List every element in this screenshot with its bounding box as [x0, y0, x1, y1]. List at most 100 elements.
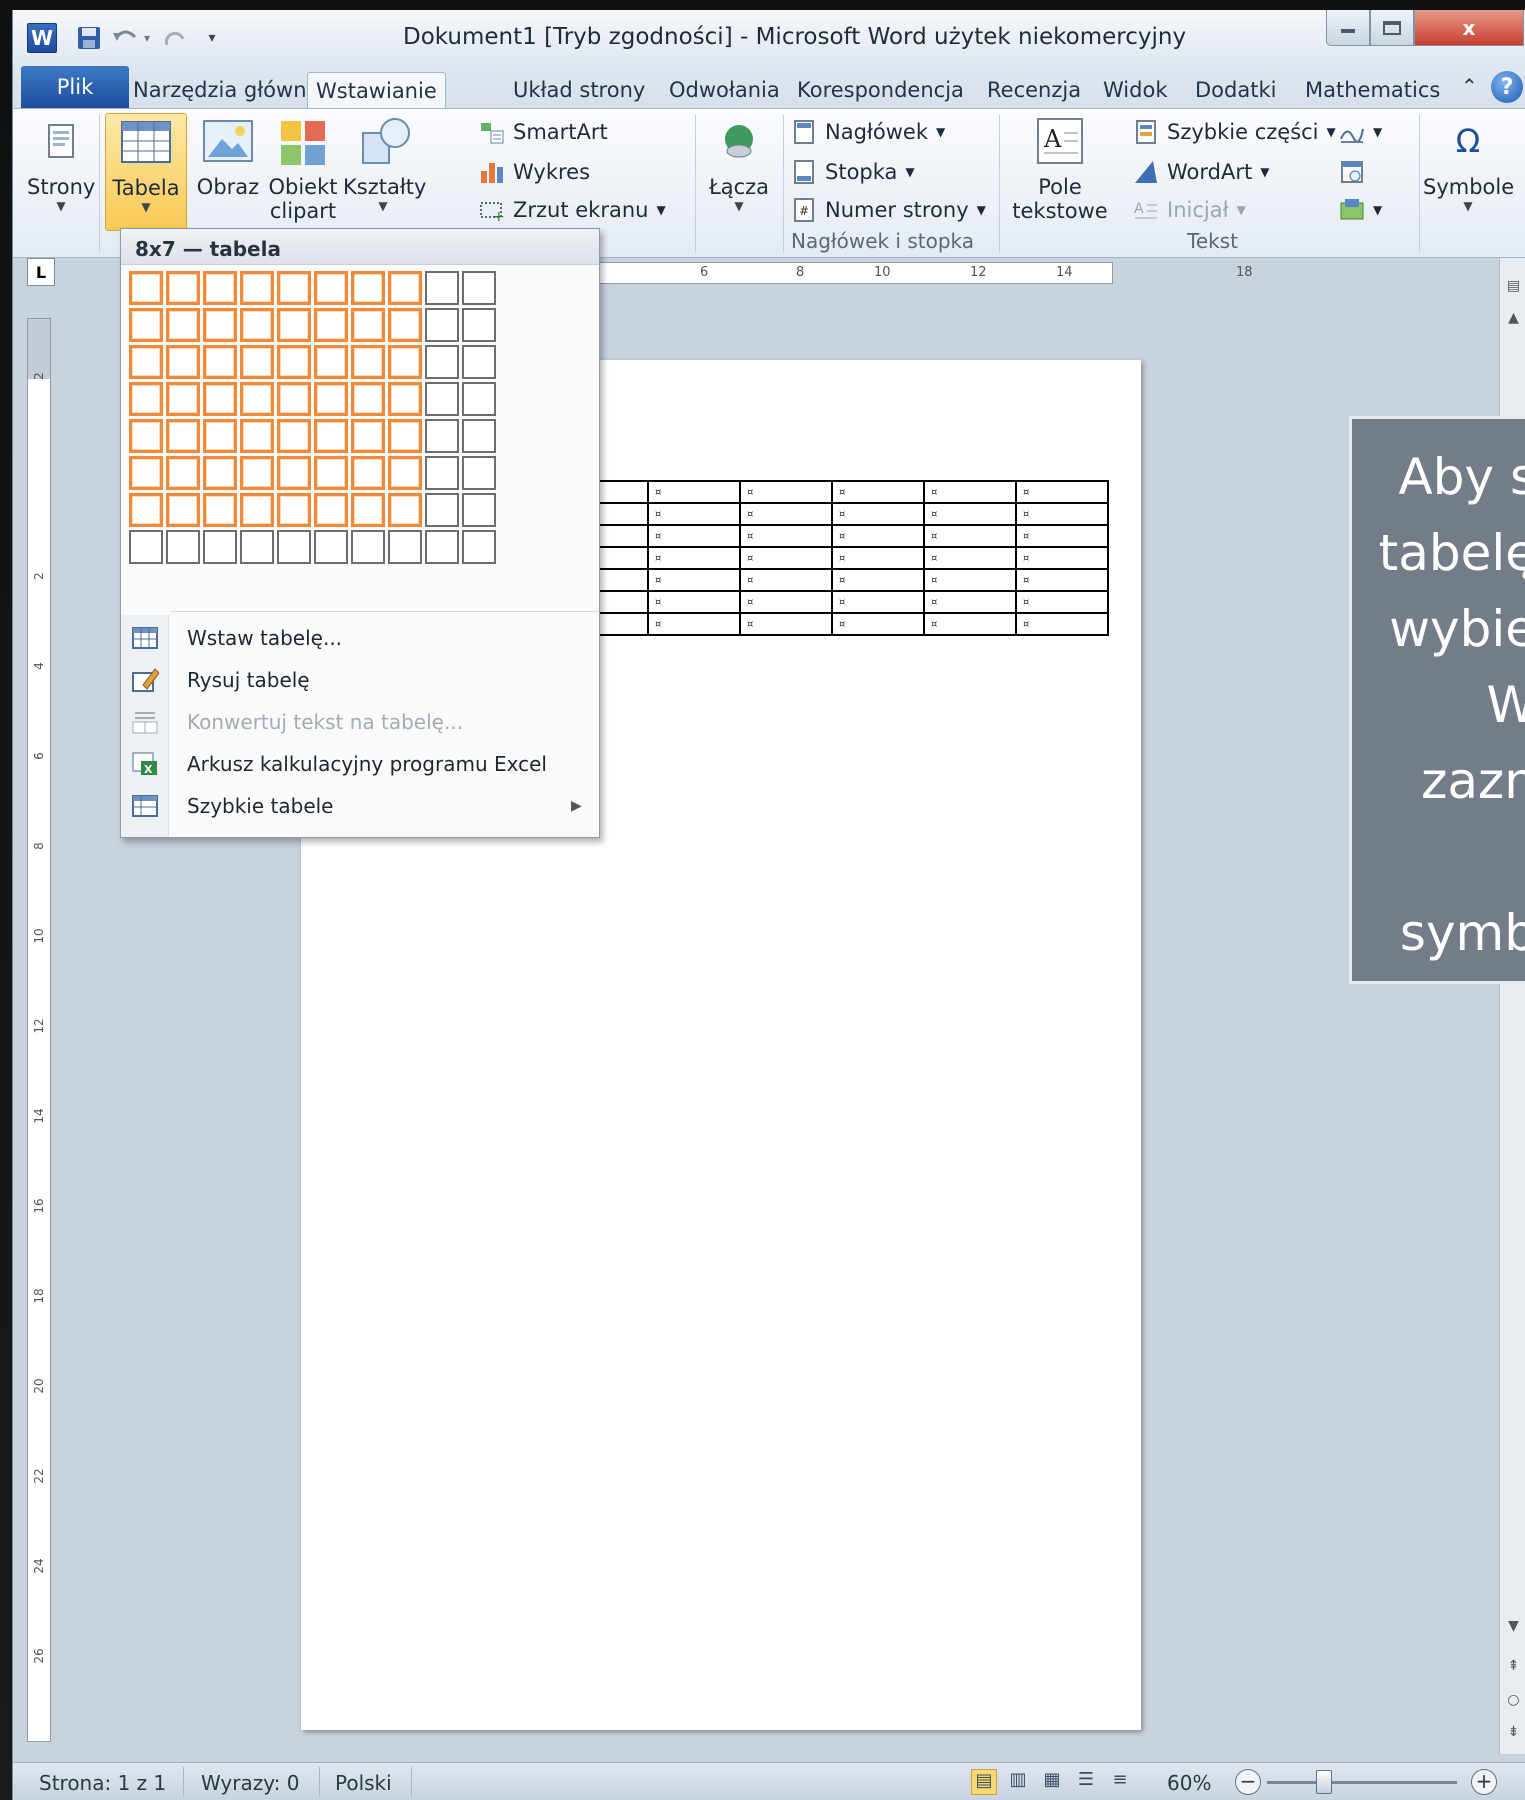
shapes-button[interactable]: Kształty ▼: [343, 113, 426, 213]
textbox-button[interactable]: A Pole tekstowe: [1005, 113, 1115, 223]
zoom-slider[interactable]: [1267, 1781, 1457, 1784]
grid-cell[interactable]: [166, 382, 200, 416]
grid-cell[interactable]: [388, 419, 422, 453]
table-cell[interactable]: ¤: [923, 612, 1017, 636]
table-cell[interactable]: ¤: [831, 546, 925, 570]
scroll-down-icon[interactable]: ▼: [1500, 1618, 1525, 1634]
page-number-button[interactable]: # Numer strony ▼: [791, 193, 986, 227]
date-time-button[interactable]: [1339, 155, 1365, 189]
grid-cell[interactable]: [351, 271, 385, 305]
picture-button[interactable]: Obraz: [193, 113, 263, 199]
signature-line-button[interactable]: ▼: [1339, 115, 1382, 149]
grid-cell[interactable]: [240, 271, 274, 305]
table-cell[interactable]: ¤: [923, 524, 1017, 548]
outline-icon[interactable]: ☰: [1073, 1769, 1099, 1795]
grid-cell[interactable]: [351, 419, 385, 453]
grid-cell[interactable]: [314, 419, 348, 453]
zoom-in-icon[interactable]: +: [1471, 1769, 1497, 1795]
document-table[interactable]: ¤¤¤¤¤¤¤¤¤¤¤¤¤¤¤¤¤¤¤¤¤¤¤¤¤¤¤¤¤¤¤¤¤¤¤¤¤¤¤¤…: [555, 480, 1109, 636]
table-cell[interactable]: ¤: [739, 568, 833, 592]
minimize-ribbon-icon[interactable]: ⌃: [1461, 74, 1478, 98]
grid-cell[interactable]: [314, 308, 348, 342]
grid-cell[interactable]: [425, 382, 459, 416]
tab-file[interactable]: Plik: [21, 66, 129, 108]
table-cell[interactable]: ¤: [1015, 480, 1109, 504]
draft-icon[interactable]: ≡: [1107, 1769, 1133, 1795]
chart-button[interactable]: Wykres: [479, 155, 590, 189]
table-cell[interactable]: ¤: [1015, 546, 1109, 570]
grid-cell[interactable]: [129, 345, 163, 379]
table-cell[interactable]: ¤: [647, 480, 741, 504]
pages-button[interactable]: Strony ▼: [27, 113, 95, 213]
tab-page-layout[interactable]: Układ strony: [505, 72, 653, 108]
table-cell[interactable]: ¤: [1015, 524, 1109, 548]
grid-cell[interactable]: [129, 530, 163, 564]
grid-cell[interactable]: [129, 308, 163, 342]
table-cell[interactable]: ¤: [923, 502, 1017, 526]
grid-cell[interactable]: [129, 382, 163, 416]
save-icon[interactable]: [75, 24, 103, 52]
insert-table-item[interactable]: Wstaw tabelę...: [121, 617, 599, 659]
table-cell[interactable]: ¤: [1015, 568, 1109, 592]
grid-cell[interactable]: [203, 382, 237, 416]
grid-cell[interactable]: [314, 530, 348, 564]
grid-cell[interactable]: [203, 493, 237, 527]
zoom-level[interactable]: 60%: [1167, 1771, 1211, 1795]
grid-cell[interactable]: [388, 271, 422, 305]
table-cell[interactable]: ¤: [923, 568, 1017, 592]
grid-cell[interactable]: [425, 271, 459, 305]
language[interactable]: Polski: [335, 1771, 392, 1795]
table-cell[interactable]: ¤: [739, 546, 833, 570]
grid-cell[interactable]: [351, 530, 385, 564]
object-button[interactable]: ▼: [1339, 193, 1382, 227]
grid-cell[interactable]: [166, 419, 200, 453]
screenshot-button[interactable]: + Zrzut ekranu ▼: [479, 193, 666, 227]
print-layout-icon[interactable]: ▤: [971, 1769, 997, 1795]
zoom-slider-thumb[interactable]: [1316, 1770, 1332, 1794]
grid-cell[interactable]: [277, 345, 311, 379]
scroll-up-icon[interactable]: ▲: [1500, 310, 1525, 326]
tab-insert[interactable]: Wstawianie: [307, 72, 446, 108]
grid-cell[interactable]: [351, 493, 385, 527]
table-cell[interactable]: ¤: [739, 590, 833, 614]
grid-cell[interactable]: [388, 530, 422, 564]
grid-cell[interactable]: [240, 530, 274, 564]
grid-cell[interactable]: [425, 345, 459, 379]
minimize-button[interactable]: [1326, 10, 1370, 46]
grid-cell[interactable]: [240, 308, 274, 342]
grid-cell[interactable]: [277, 493, 311, 527]
grid-cell[interactable]: [277, 308, 311, 342]
grid-cell[interactable]: [166, 456, 200, 490]
quick-tables-item[interactable]: Szybkie tabele ▶: [121, 785, 599, 827]
page-count[interactable]: Strona: 1 z 1: [39, 1771, 166, 1795]
table-cell[interactable]: ¤: [1015, 612, 1109, 636]
grid-cell[interactable]: [462, 382, 496, 416]
grid-cell[interactable]: [351, 456, 385, 490]
grid-cell[interactable]: [425, 419, 459, 453]
grid-cell[interactable]: [129, 456, 163, 490]
grid-cell[interactable]: [351, 382, 385, 416]
table-cell[interactable]: ¤: [831, 612, 925, 636]
grid-cell[interactable]: [129, 493, 163, 527]
grid-cell[interactable]: [462, 493, 496, 527]
grid-cell[interactable]: [462, 308, 496, 342]
grid-cell[interactable]: [166, 271, 200, 305]
grid-cell[interactable]: [277, 271, 311, 305]
table-cell[interactable]: ¤: [739, 502, 833, 526]
tab-mathematics[interactable]: Mathematics: [1297, 72, 1448, 108]
tab-references[interactable]: Odwołania: [661, 72, 788, 108]
grid-cell[interactable]: [203, 419, 237, 453]
grid-cell[interactable]: [203, 271, 237, 305]
close-button[interactable]: x: [1414, 10, 1524, 46]
grid-cell[interactable]: [314, 345, 348, 379]
full-screen-reading-icon[interactable]: ▥: [1005, 1769, 1031, 1795]
tab-selector-button[interactable]: L: [27, 258, 55, 286]
table-cell[interactable]: ¤: [739, 480, 833, 504]
links-button[interactable]: Łącza ▼: [701, 113, 777, 213]
draw-table-item[interactable]: Rysuj tabelę: [121, 659, 599, 701]
grid-cell[interactable]: [462, 419, 496, 453]
grid-cell[interactable]: [314, 456, 348, 490]
table-cell[interactable]: ¤: [831, 568, 925, 592]
previous-page-icon[interactable]: ⇞: [1500, 1658, 1525, 1674]
customize-toolbar-icon[interactable]: ▾: [199, 24, 225, 52]
